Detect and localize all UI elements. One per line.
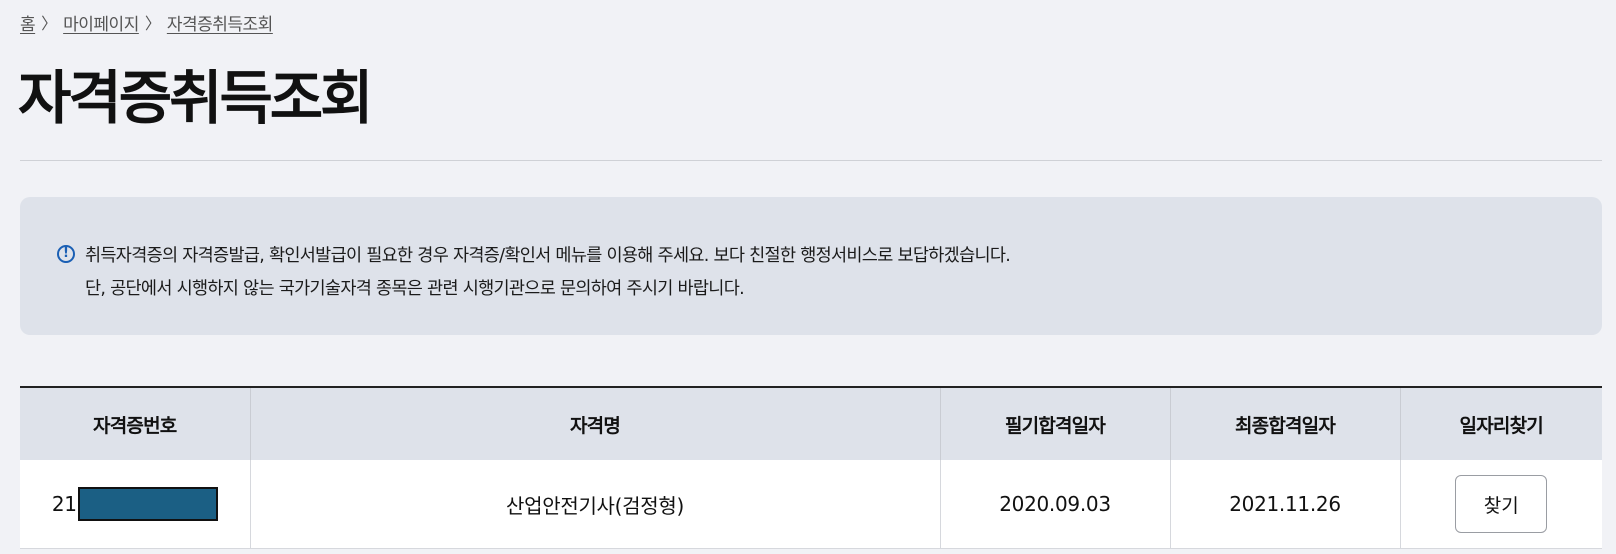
certificate-table: 자격증번호 자격명 필기합격일자 최종합격일자 일자리찾기 21 산업안전기사(… bbox=[20, 386, 1602, 549]
written-pass-date-cell: 2020.09.03 bbox=[940, 460, 1171, 549]
breadcrumb-separator-icon: 〉 bbox=[41, 14, 58, 33]
table-header-row: 자격증번호 자격명 필기합격일자 최종합격일자 일자리찾기 bbox=[20, 387, 1602, 460]
job-search-cell: 찾기 bbox=[1400, 460, 1602, 549]
notice-text-line-2: 단, 공단에서 시행하지 않는 국가기술자격 종목은 관련 시행기관으로 문의하… bbox=[85, 279, 745, 299]
column-header-job-search: 일자리찾기 bbox=[1400, 387, 1602, 460]
cert-number: 21 bbox=[52, 487, 218, 521]
notice-box: ! 취득자격증의 자격증발급, 확인서발급이 필요한 경우 자격증/확인서 메뉴… bbox=[20, 197, 1602, 335]
cert-name-cell: 산업안전기사(검정형) bbox=[250, 460, 941, 549]
find-job-button[interactable]: 찾기 bbox=[1455, 475, 1548, 533]
final-pass-date-cell: 2021.11.26 bbox=[1170, 460, 1401, 549]
breadcrumb-separator-icon: 〉 bbox=[144, 14, 161, 33]
table-row: 21 산업안전기사(검정형) 2020.09.03 2021.11.26 찾기 bbox=[20, 460, 1602, 549]
breadcrumb: 홈 〉 마이페이지 〉 자격증취득조회 bbox=[20, 10, 273, 35]
breadcrumb-current-link[interactable]: 자격증취득조회 bbox=[167, 10, 273, 35]
redaction-box bbox=[77, 487, 218, 521]
notice-text-line-1: 취득자격증의 자격증발급, 확인서발급이 필요한 경우 자격증/확인서 메뉴를 … bbox=[85, 246, 1011, 266]
column-header-cert-name: 자격명 bbox=[250, 387, 941, 460]
column-header-cert-number: 자격증번호 bbox=[20, 387, 251, 460]
title-divider bbox=[20, 160, 1602, 161]
cert-number-cell: 21 bbox=[20, 460, 251, 549]
breadcrumb-mypage-link[interactable]: 마이페이지 bbox=[63, 10, 139, 35]
column-header-final-pass-date: 최종합격일자 bbox=[1170, 387, 1401, 460]
cert-number-prefix: 21 bbox=[51, 492, 77, 516]
column-header-written-pass-date: 필기합격일자 bbox=[940, 387, 1171, 460]
page-title: 자격증취득조회 bbox=[18, 64, 374, 132]
info-circle-icon: ! bbox=[57, 245, 75, 263]
breadcrumb-home-link[interactable]: 홈 bbox=[20, 10, 36, 35]
